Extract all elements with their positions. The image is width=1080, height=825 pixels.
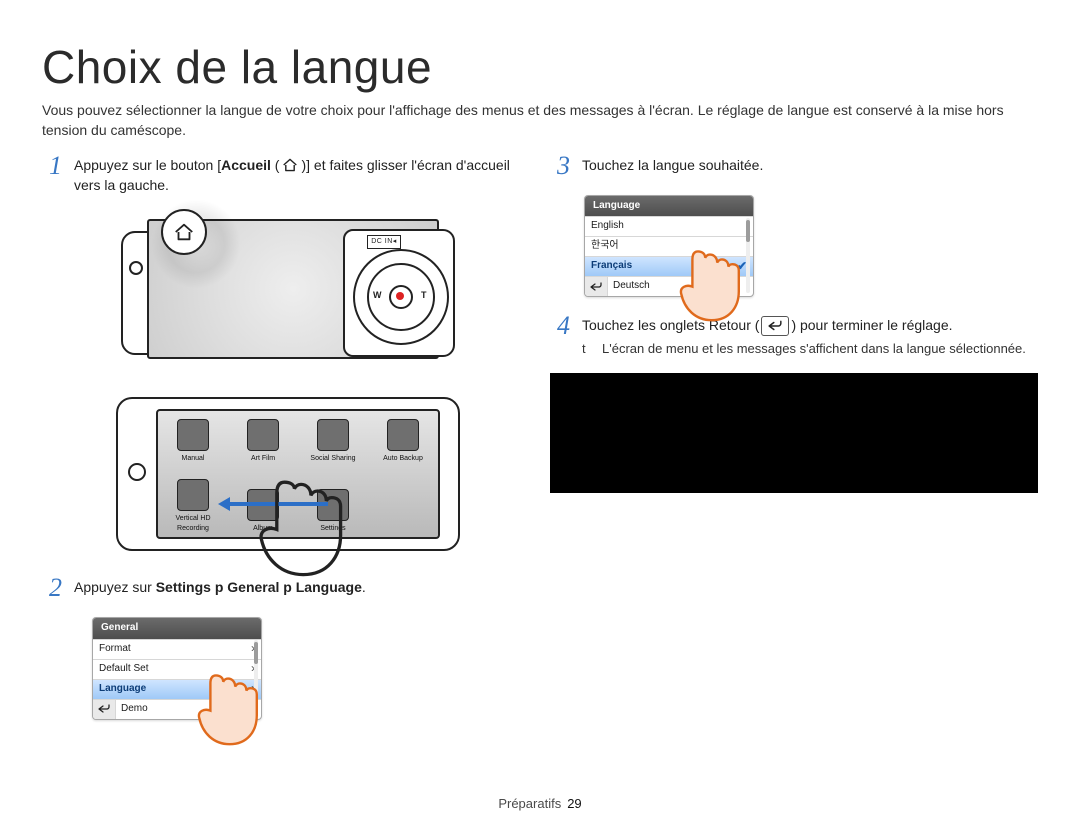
menu-item-format[interactable]: Format› — [93, 639, 261, 659]
zoom-w-label: W — [373, 289, 382, 302]
lang-item-francais[interactable]: Français✔ — [585, 256, 753, 276]
back-button[interactable] — [93, 699, 116, 719]
lang-item-korean[interactable]: 한국어 — [585, 236, 753, 256]
camera-illustration-homescreen: Manual Art Film Social Sharing Auto Back… — [116, 385, 456, 555]
home-tile-vhd-icon — [177, 479, 209, 511]
home-tile-social-icon — [317, 419, 349, 451]
home-button-icon — [161, 209, 207, 255]
intro-text: Vous pouvez sélectionner la langue de vo… — [42, 100, 1038, 141]
step-number-3: 3 — [550, 153, 570, 179]
zoom-t-label: T — [421, 289, 427, 302]
general-panel-figure: General Format› Default Set› Language› D… — [92, 617, 262, 720]
home-tile-artfilm-label: Art Film — [251, 454, 275, 464]
return-button-icon — [761, 316, 789, 336]
step-3-text: Touchez la langue souhaitée. — [582, 155, 1038, 175]
language-panel: Language English 한국어 Français✔ Deutsch — [584, 195, 754, 298]
home-tile-social-label: Social Sharing — [310, 454, 355, 464]
step-4-text: Touchez les onglets Retour () pour termi… — [582, 315, 1038, 336]
home-tile-backup-label: Auto Backup — [383, 454, 423, 464]
scrollbar[interactable] — [746, 218, 750, 294]
general-panel: General Format› Default Set› Language› D… — [92, 617, 262, 720]
home-tile-manual-icon — [177, 419, 209, 451]
home-tile-artfilm-icon — [247, 419, 279, 451]
step-number-4: 4 — [550, 313, 570, 339]
back-button[interactable] — [585, 276, 608, 296]
home-tile-manual-label: Manual — [182, 454, 205, 464]
hand-swipe-icon — [246, 469, 356, 579]
step-2-text: Appuyez sur Settings p General p Languag… — [74, 577, 530, 597]
step-4-bullet: t L'écran de menu et les messages s'affi… — [582, 340, 1038, 359]
language-panel-header: Language — [585, 196, 753, 217]
page-footer: Préparatifs29 — [0, 796, 1080, 811]
language-panel-figure: Language English 한국어 Français✔ Deutsch — [584, 195, 754, 298]
menu-item-language[interactable]: Language› — [93, 679, 261, 699]
home-icon — [281, 158, 299, 172]
home-tile-vhd-label: Vertical HD Recording — [163, 514, 223, 534]
lang-item-deutsch[interactable]: Deutsch — [585, 276, 753, 296]
camera-illustration-closed: DC IN◂ W T — [121, 209, 451, 369]
step-number-2: 2 — [42, 575, 62, 601]
menu-item-demo[interactable]: Demo› — [93, 699, 261, 719]
menu-item-default-set[interactable]: Default Set› — [93, 659, 261, 679]
return-arrow-icon — [590, 282, 602, 292]
return-arrow-icon — [98, 704, 110, 714]
record-button-icon — [389, 285, 413, 309]
step-1-text: Appuyez sur le bouton [Accueil ()] et fa… — [74, 155, 530, 196]
page-title: Choix de la langue — [42, 40, 1038, 94]
step-number-1: 1 — [42, 153, 62, 179]
note-block — [550, 373, 1038, 493]
home-tile-backup-icon — [387, 419, 419, 451]
general-panel-header: General — [93, 618, 261, 639]
scrollbar[interactable] — [254, 640, 258, 716]
dc-in-label: DC IN◂ — [367, 235, 401, 249]
lang-item-english[interactable]: English — [585, 216, 753, 236]
